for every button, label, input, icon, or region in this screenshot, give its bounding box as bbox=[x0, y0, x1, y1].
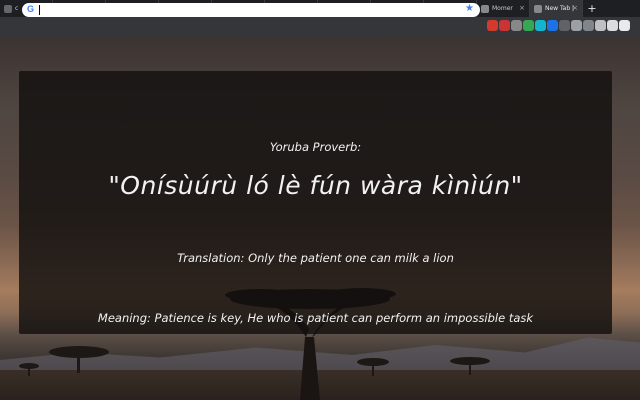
tab-favicon-icon bbox=[4, 4, 12, 13]
proverb-card: Yoruba Proverb: "Onísùúrù ló lè fún wàra… bbox=[19, 71, 612, 334]
tab-close-icon[interactable]: × bbox=[519, 4, 525, 12]
proverb-text: "Onísùúrù ló lè fún wàra kìnìún" bbox=[108, 171, 523, 200]
extension-icon[interactable] bbox=[535, 20, 546, 31]
extension-icon[interactable] bbox=[499, 20, 510, 31]
tab-favicon-icon bbox=[534, 4, 542, 13]
extension-icon[interactable] bbox=[595, 20, 606, 31]
extension-icon[interactable] bbox=[571, 20, 582, 31]
browser-tab[interactable]: New Tab | F× bbox=[530, 0, 583, 17]
bookmark-star-icon[interactable]: ★ bbox=[465, 3, 474, 14]
tab-close-icon[interactable]: × bbox=[572, 4, 578, 12]
google-icon: G bbox=[27, 4, 35, 14]
new-tab-button[interactable]: + bbox=[583, 0, 601, 17]
new-tab-page: Yoruba Proverb: "Onísùúrù ló lè fún wàra… bbox=[0, 37, 640, 400]
tab-label: New Tab | F bbox=[545, 5, 575, 12]
extension-icon[interactable] bbox=[523, 20, 534, 31]
text-cursor bbox=[39, 5, 40, 15]
proverb-heading: Yoruba Proverb: bbox=[269, 140, 362, 154]
extension-icon[interactable] bbox=[607, 20, 618, 31]
address-bar[interactable]: G ★ bbox=[22, 3, 480, 17]
extension-icon[interactable] bbox=[487, 20, 498, 31]
extension-icon[interactable] bbox=[559, 20, 570, 31]
extension-icon[interactable] bbox=[547, 20, 558, 31]
tab-label: Momer bbox=[492, 5, 513, 12]
extension-icon[interactable] bbox=[583, 20, 594, 31]
tab-favicon-icon bbox=[481, 4, 489, 13]
browser-tab[interactable]: Momer × bbox=[477, 0, 530, 17]
proverb-translation: Translation: Only the patient one can mi… bbox=[177, 251, 454, 265]
proverb-meaning: Meaning: Patience is key, He who is pati… bbox=[97, 311, 534, 325]
extension-icon[interactable] bbox=[511, 20, 522, 31]
browser-menu-icon[interactable]: ⋮ bbox=[624, 21, 634, 31]
